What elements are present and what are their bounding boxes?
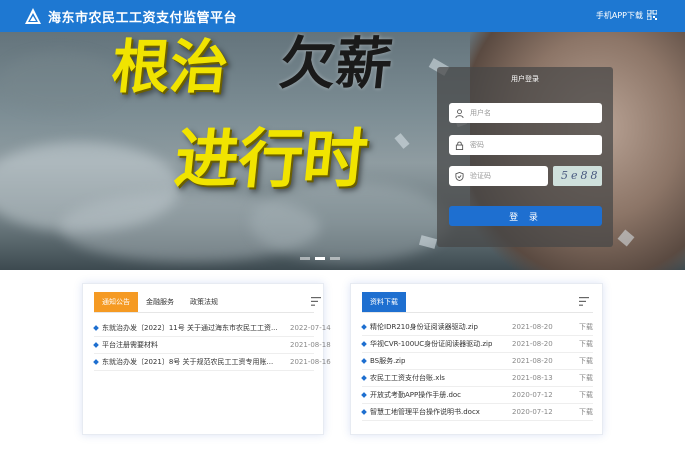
download-date: 2020-07-12	[512, 408, 553, 416]
menu-icon[interactable]	[311, 297, 321, 306]
site-title: 海东市农民工工资支付监管平台	[48, 11, 238, 26]
download-link[interactable]: 下载	[579, 373, 593, 383]
download-date: 2021-08-20	[512, 323, 553, 331]
slogan-part2: 欠薪	[276, 32, 396, 97]
bullet-icon	[361, 375, 367, 381]
carousel-dot[interactable]	[300, 257, 310, 260]
download-title[interactable]: 精伦IDR210身份证阅读器驱动.zip	[370, 322, 478, 332]
notice-title[interactable]: 东就治办发〔2022〕11号 关于通过海东市农民工工资...	[102, 323, 278, 333]
slogan-part1: 根治	[108, 33, 232, 101]
tab-policies[interactable]: 政策法规	[182, 292, 226, 312]
notice-date: 2022-07-14	[290, 324, 331, 332]
captcha-image[interactable]: 5e88	[553, 166, 602, 186]
shield-icon	[455, 171, 464, 181]
download-date: 2021-08-13	[512, 374, 553, 382]
bullet-icon	[361, 392, 367, 398]
download-date: 2020-07-12	[512, 391, 553, 399]
download-row[interactable]: 智慧工地管理平台操作说明书.docx 2020-07-12 下载	[361, 404, 593, 421]
download-link[interactable]: 下载	[579, 322, 593, 332]
tab-financial-services[interactable]: 金融服务	[138, 292, 182, 312]
bullet-icon	[361, 409, 367, 415]
download-title[interactable]: 智慧工地管理平台操作说明书.docx	[370, 407, 480, 417]
qr-code-icon[interactable]	[647, 10, 657, 20]
bullet-icon	[361, 324, 367, 330]
notice-title[interactable]: 平台注册需要材料	[102, 340, 158, 350]
download-row[interactable]: 华视CVR-100UC身份证阅读器驱动.zip 2021-08-20 下载	[361, 336, 593, 353]
notice-date: 2021-08-16	[290, 358, 331, 366]
app-download-link[interactable]: 手机APP下载	[596, 10, 643, 21]
download-row[interactable]: BS服务.zip 2021-08-20 下载	[361, 353, 593, 370]
download-row[interactable]: 精伦IDR210身份证阅读器驱动.zip 2021-08-20 下载	[361, 319, 593, 336]
mountain-logo-icon[interactable]	[24, 7, 42, 25]
tab-notices[interactable]: 通知公告	[94, 292, 138, 312]
carousel-dots	[300, 257, 340, 260]
download-link[interactable]: 下载	[579, 407, 593, 417]
username-input[interactable]	[470, 109, 602, 117]
notice-row[interactable]: 平台注册需要材料 2021-08-18	[93, 337, 331, 354]
downloads-card: 资料下载 精伦IDR210身份证阅读器驱动.zip 2021-08-20 下载 …	[350, 283, 603, 435]
bullet-icon	[93, 359, 99, 365]
download-row[interactable]: 农民工工资支付台账.xls 2021-08-13 下载	[361, 370, 593, 387]
notice-card: 通知公告 金融服务 政策法规 东就治办发〔2022〕11号 关于通过海东市农民工…	[82, 283, 331, 435]
menu-icon[interactable]	[579, 297, 589, 306]
captcha-field-wrapper	[449, 166, 548, 186]
tab-downloads[interactable]: 资料下载	[362, 292, 406, 312]
top-header: 海东市农民工工资支付监管平台 手机APP下载	[0, 0, 685, 32]
download-title[interactable]: 开放式考勤APP操作手册.doc	[370, 390, 461, 400]
lock-icon	[455, 141, 464, 150]
password-field-wrapper	[449, 135, 602, 155]
download-date: 2021-08-20	[512, 340, 553, 348]
login-button[interactable]: 登 录	[449, 206, 602, 226]
captcha-input[interactable]	[470, 172, 548, 180]
download-link[interactable]: 下载	[579, 339, 593, 349]
download-date: 2021-08-20	[512, 357, 553, 365]
notice-row[interactable]: 东就治办发〔2022〕11号 关于通过海东市农民工工资... 2022-07-1…	[93, 320, 331, 337]
download-link[interactable]: 下载	[579, 356, 593, 366]
notice-title[interactable]: 东就治办发〔2021〕8号 关于规范农民工工资专用账...	[102, 357, 273, 367]
notice-tabs: 通知公告 金融服务 政策法规	[94, 292, 226, 312]
carousel-dot-active[interactable]	[315, 257, 325, 260]
notice-date: 2021-08-18	[290, 341, 331, 349]
download-row[interactable]: 开放式考勤APP操作手册.doc 2020-07-12 下载	[361, 387, 593, 404]
login-panel: 用户登录 5e88 登 录	[437, 67, 613, 247]
carousel-dot[interactable]	[330, 257, 340, 260]
notice-row[interactable]: 东就治办发〔2021〕8号 关于规范农民工工资专用账... 2021-08-16	[93, 354, 331, 371]
password-input[interactable]	[470, 141, 602, 149]
download-title[interactable]: 农民工工资支付台账.xls	[370, 373, 445, 383]
user-icon	[455, 108, 464, 118]
bullet-icon	[361, 358, 367, 364]
card-divider	[94, 312, 314, 313]
slogan-line2: 进行时	[171, 122, 371, 197]
bullet-icon	[361, 341, 367, 347]
download-link[interactable]: 下载	[579, 390, 593, 400]
captcha-text: 5e88	[561, 169, 601, 182]
bullet-icon	[93, 325, 99, 331]
download-title[interactable]: BS服务.zip	[370, 356, 405, 366]
bullet-icon	[93, 342, 99, 348]
downloads-tabs: 资料下载	[362, 292, 406, 312]
card-divider	[362, 312, 593, 313]
login-title: 用户登录	[511, 75, 539, 83]
download-title[interactable]: 华视CVR-100UC身份证阅读器驱动.zip	[370, 339, 492, 349]
username-field-wrapper	[449, 103, 602, 123]
